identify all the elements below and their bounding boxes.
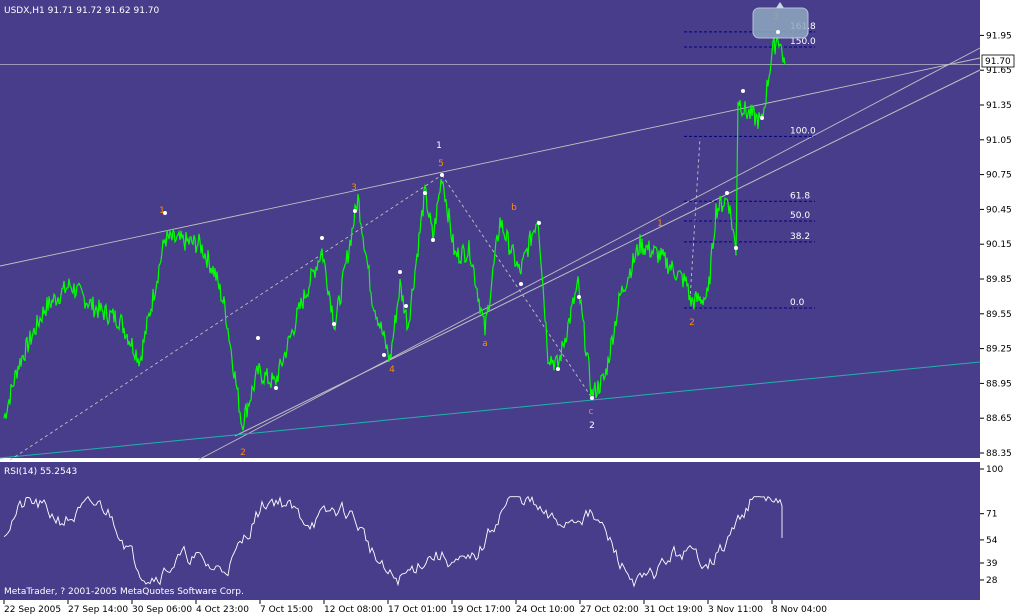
price-tick-label: 91.95 xyxy=(986,31,1012,41)
svg-text:91.70: 91.70 xyxy=(985,57,1011,67)
time-tick-label: 22 Sep 2005 xyxy=(4,605,61,615)
wave-label: a xyxy=(482,339,488,349)
fib-level-label: 0.0 xyxy=(790,298,805,308)
fib-level-label: 38.2 xyxy=(790,232,810,242)
pivot-point xyxy=(734,246,738,250)
pivot-point xyxy=(353,209,357,213)
wave-label: 5 xyxy=(438,159,444,169)
wave-label: c xyxy=(589,407,594,417)
rsi-tick-label: 54 xyxy=(986,536,998,546)
wave-label: 2 xyxy=(689,318,695,328)
price-tick-label: 90.45 xyxy=(986,205,1012,215)
rsi-tick-label: 28 xyxy=(986,576,998,586)
pivot-point xyxy=(776,30,780,34)
pivot-point xyxy=(760,116,764,120)
price-tick-label: 89.55 xyxy=(986,310,1012,320)
price-tick-label: 88.35 xyxy=(986,449,1012,459)
time-tick-label: 12 Oct 08:00 xyxy=(324,605,383,615)
time-tick-label: 31 Oct 19:00 xyxy=(644,605,703,615)
wave-label: 3 xyxy=(351,183,357,193)
pivot-point xyxy=(423,191,427,195)
pivot-point xyxy=(320,236,324,240)
time-tick-label: 30 Sep 06:00 xyxy=(132,605,192,615)
wave-label: 2 xyxy=(589,421,595,431)
price-tick-label: 91.05 xyxy=(986,136,1012,146)
time-tick-label: 27 Sep 14:00 xyxy=(68,605,128,615)
price-panel[interactable] xyxy=(0,0,980,458)
usdx-h1-chart[interactable]: 161.8150.0100.061.850.038.20.0 123451abc… xyxy=(0,0,1016,615)
current-price-marker: 91.70 xyxy=(981,54,1015,68)
pivot-point xyxy=(590,396,594,400)
time-tick-label: 24 Oct 10:00 xyxy=(516,605,575,615)
wave-label: b xyxy=(511,203,517,213)
pivot-point xyxy=(440,173,444,177)
time-tick-label: 7 Oct 15:00 xyxy=(260,605,313,615)
rsi-panel[interactable] xyxy=(0,462,980,600)
wave-label: 1 xyxy=(436,141,442,151)
fib-level-label: 61.8 xyxy=(790,191,810,201)
pivot-point xyxy=(404,304,408,308)
copyright-text: MetaTrader, ? 2001-2005 MetaQuotes Softw… xyxy=(4,587,244,597)
time-tick-label: 27 Oct 02:00 xyxy=(580,605,639,615)
price-tick-label: 90.75 xyxy=(986,171,1012,181)
rsi-tick-label: 39 xyxy=(986,559,998,569)
pivot-point xyxy=(332,322,336,326)
fib-level-label: 100.0 xyxy=(790,126,816,136)
time-tick-label: 4 Oct 23:00 xyxy=(196,605,249,615)
pivot-point xyxy=(519,282,523,286)
time-tick-label: 17 Oct 01:00 xyxy=(388,605,447,615)
price-tick-label: 88.95 xyxy=(986,379,1012,389)
highlight-box xyxy=(752,7,809,39)
time-tick-label: 8 Nov 04:00 xyxy=(772,605,827,615)
time-tick-label: 3 Nov 11:00 xyxy=(708,605,763,615)
price-tick-label: 91.65 xyxy=(986,66,1012,76)
wave-label: 2 xyxy=(240,448,246,458)
time-tick-label: 19 Oct 17:00 xyxy=(452,605,511,615)
pivot-point xyxy=(725,191,729,195)
wave-label: 1 xyxy=(657,219,663,229)
pivot-point xyxy=(431,238,435,242)
price-tick-label: 89.25 xyxy=(986,345,1012,355)
panel-separator xyxy=(0,458,1016,462)
price-tick-label: 89.85 xyxy=(986,275,1012,285)
pivot-point xyxy=(274,386,278,390)
fib-level-label: 50.0 xyxy=(790,211,810,221)
chart-header: USDX,H1 91.71 91.72 91.62 91.70 xyxy=(4,6,160,16)
pivot-point xyxy=(556,367,560,371)
pivot-point xyxy=(382,353,386,357)
pivot-point xyxy=(577,295,581,299)
rsi-tick-label: 100 xyxy=(986,465,1003,475)
pivot-point xyxy=(537,221,541,225)
rsi-tick-label: 71 xyxy=(986,510,997,520)
rsi-header: RSI(14) 55.2543 xyxy=(4,467,77,477)
price-tick-label: 91.35 xyxy=(986,101,1012,111)
price-tick-label: 88.65 xyxy=(986,414,1012,424)
pivot-point xyxy=(398,270,402,274)
pivot-point xyxy=(163,211,167,215)
price-tick-label: 90.15 xyxy=(986,240,1012,250)
pivot-point xyxy=(741,89,745,93)
pivot-point xyxy=(256,336,260,340)
wave-label: 4 xyxy=(389,365,395,375)
